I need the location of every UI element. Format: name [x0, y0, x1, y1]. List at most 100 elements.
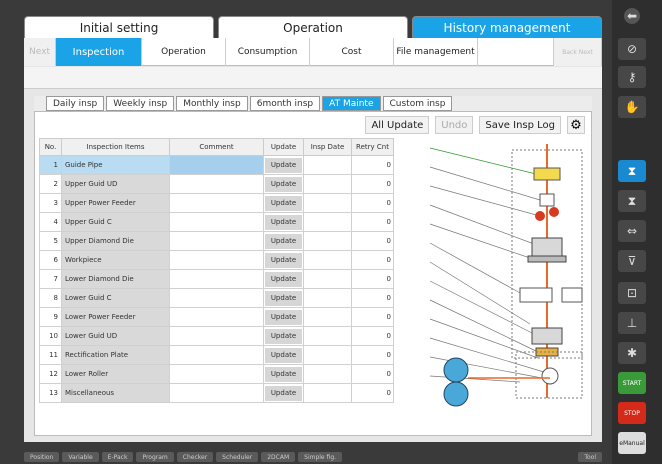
subtab-empty[interactable] — [478, 38, 554, 66]
comment-field[interactable] — [169, 174, 264, 194]
table-row[interactable]: 4 Upper Guid C Update 0 — [39, 212, 394, 232]
emanual-button[interactable]: eManual — [618, 432, 646, 454]
all-update-button[interactable]: All Update — [365, 116, 430, 134]
inspection-item[interactable]: Miscellaneous — [61, 383, 170, 403]
update-button[interactable]: Update — [265, 271, 302, 287]
gear-icon[interactable]: ⚙ — [567, 116, 585, 134]
tab-custom-insp[interactable]: Custom insp — [382, 96, 453, 111]
table-row[interactable]: 5 Upper Diamond Die Update 0 — [39, 231, 394, 251]
save-insp-log-button[interactable]: Save Insp Log — [479, 116, 561, 134]
bottom-button-variable[interactable]: Variable — [62, 452, 99, 462]
tension-icon[interactable]: ⇔ — [618, 220, 646, 242]
bottom-button-simple-fig[interactable]: Simple fig. — [298, 452, 343, 462]
inspection-item[interactable]: Workpiece — [61, 250, 170, 270]
tab-operation[interactable]: Operation — [218, 16, 408, 38]
inspection-item[interactable]: Upper Guid C — [61, 212, 170, 232]
table-row[interactable]: 6 Workpiece Update 0 — [39, 250, 394, 270]
update-button[interactable]: Update — [265, 233, 302, 249]
table-row[interactable]: 10 Lower Guid UD Update 0 — [39, 326, 394, 346]
table-row[interactable]: 7 Lower Diamond Die Update 0 — [39, 269, 394, 289]
subtab-consumption[interactable]: Consumption — [226, 38, 310, 66]
inspection-item[interactable]: Lower Guid C — [61, 288, 170, 308]
subtab-cost[interactable]: Cost — [310, 38, 394, 66]
subtab-inspection[interactable]: Inspection — [56, 38, 142, 66]
inspection-item[interactable]: Guide Pipe — [61, 155, 170, 175]
subtab-next[interactable]: Next — [24, 38, 56, 66]
inspection-item[interactable]: Upper Power Feeder — [61, 193, 170, 213]
bottom-button-position[interactable]: Position — [24, 452, 60, 462]
bottom-button-program[interactable]: Program — [136, 452, 174, 462]
update-button[interactable]: Update — [265, 328, 302, 344]
table-row[interactable]: 9 Lower Power Feeder Update 0 — [39, 307, 394, 327]
undo-button[interactable]: Undo — [435, 116, 474, 134]
nozzle-icon[interactable]: ⊽ — [618, 250, 646, 272]
comment-field[interactable] — [169, 155, 264, 175]
hand-icon[interactable]: ✋ — [618, 96, 646, 118]
cut-icon[interactable]: ✱ — [618, 342, 646, 364]
comment-field[interactable] — [169, 326, 264, 346]
inspection-item[interactable]: Upper Diamond Die — [61, 231, 170, 251]
back-icon[interactable]: ⬅ — [624, 8, 640, 24]
bottom-button-tool[interactable]: Tool — [578, 452, 602, 462]
start-button[interactable]: START — [618, 372, 646, 394]
inspection-item[interactable]: Lower Diamond Die — [61, 269, 170, 289]
comment-field[interactable] — [169, 193, 264, 213]
bottom-button-e-pack[interactable]: E-Pack — [101, 452, 134, 462]
stop-button[interactable]: STOP — [618, 402, 646, 424]
comment-field[interactable] — [169, 307, 264, 327]
clamp-icon[interactable]: ⧗ — [618, 190, 646, 212]
tab-at-mainte[interactable]: AT Mainte — [322, 96, 381, 111]
table-row[interactable]: 12 Lower Roller Update 0 — [39, 364, 394, 384]
inspection-item[interactable]: Lower Guid UD — [61, 326, 170, 346]
col-insp-date: Insp Date — [303, 138, 352, 156]
tab-monthly-insp[interactable]: Monthly insp — [176, 96, 248, 111]
table-row[interactable]: 3 Upper Power Feeder Update 0 — [39, 193, 394, 213]
comment-field[interactable] — [169, 212, 264, 232]
table-row[interactable]: 2 Upper Guid UD Update 0 — [39, 174, 394, 194]
leader-line — [429, 147, 537, 175]
inspection-item[interactable]: Lower Roller — [61, 364, 170, 384]
lamp-icon[interactable]: ⊡ — [618, 282, 646, 304]
table-row[interactable]: 1 Guide Pipe Update 0 — [39, 155, 394, 175]
tab-weekly-insp[interactable]: Weekly insp — [106, 96, 175, 111]
update-button[interactable]: Update — [265, 157, 302, 173]
insp-date — [303, 364, 352, 384]
tab-6month-insp[interactable]: 6month insp — [249, 96, 321, 111]
subtab-operation[interactable]: Operation — [142, 38, 226, 66]
bottom-button-checker[interactable]: Checker — [176, 452, 214, 462]
table-row[interactable]: 8 Lower Guid C Update 0 — [39, 288, 394, 308]
comment-field[interactable] — [169, 269, 264, 289]
update-button[interactable]: Update — [265, 290, 302, 306]
comment-field[interactable] — [169, 231, 264, 251]
update-button[interactable]: Update — [265, 252, 302, 268]
subtab-file-management[interactable]: File management — [394, 38, 478, 66]
inspection-item[interactable]: Rectification Plate — [61, 345, 170, 365]
update-button[interactable]: Update — [265, 385, 302, 401]
tab-history-management[interactable]: History management — [412, 16, 602, 38]
bottom-button-2dcam[interactable]: 2DCAM — [261, 452, 296, 462]
update-button[interactable]: Update — [265, 309, 302, 325]
subtab-back-next[interactable]: Back Next — [554, 38, 602, 66]
update-button[interactable]: Update — [265, 214, 302, 230]
bottom-button-scheduler[interactable]: Scheduler — [216, 452, 259, 462]
comment-field[interactable] — [169, 345, 264, 365]
tab-daily-insp[interactable]: Daily insp — [46, 96, 105, 111]
insp-date — [303, 174, 352, 194]
comment-field[interactable] — [169, 364, 264, 384]
comment-field[interactable] — [169, 288, 264, 308]
table-row[interactable]: 13 Miscellaneous Update 0 — [39, 383, 394, 403]
reset-icon[interactable]: ⊥ — [618, 312, 646, 334]
key-icon[interactable]: ⚷ — [618, 66, 646, 88]
update-button[interactable]: Update — [265, 366, 302, 382]
update-button[interactable]: Update — [265, 195, 302, 211]
comment-field[interactable] — [169, 250, 264, 270]
inspection-item[interactable]: Upper Guid UD — [61, 174, 170, 194]
wire-transfer-icon[interactable]: ⧗ — [618, 160, 646, 182]
table-row[interactable]: 11 Rectification Plate Update 0 — [39, 345, 394, 365]
update-button[interactable]: Update — [265, 176, 302, 192]
comment-field[interactable] — [169, 383, 264, 403]
inspection-item[interactable]: Lower Power Feeder — [61, 307, 170, 327]
update-button[interactable]: Update — [265, 347, 302, 363]
cancel-icon[interactable]: ⊘ — [618, 38, 646, 60]
tab-initial-setting[interactable]: Initial setting — [24, 16, 214, 38]
